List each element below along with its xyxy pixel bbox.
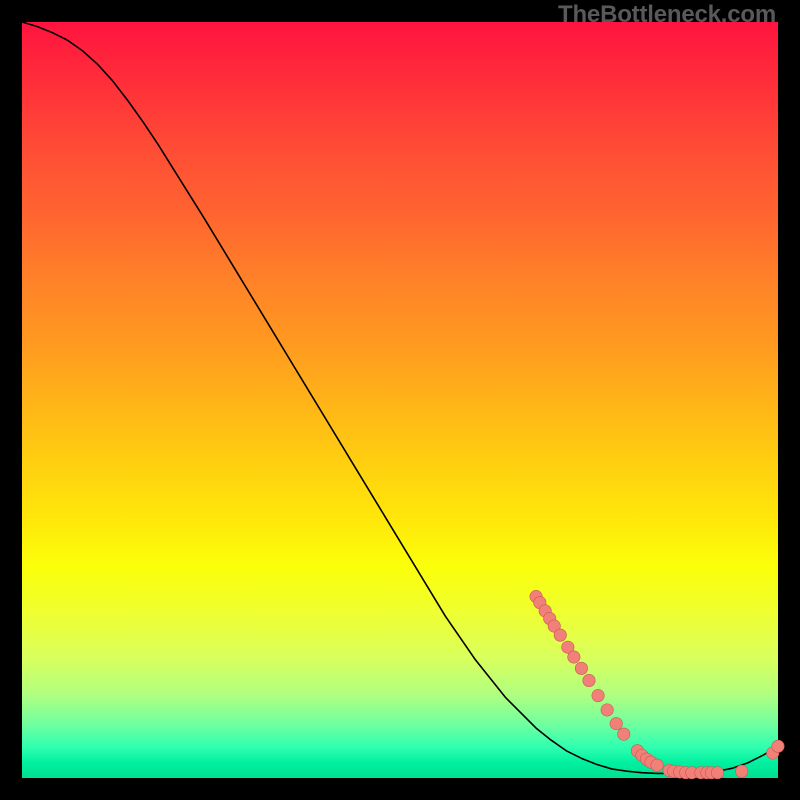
chart-overlay (22, 22, 778, 778)
data-marker (592, 689, 604, 701)
data-marker (618, 728, 630, 740)
data-markers (530, 590, 784, 779)
chart-stage: TheBottleneck.com (0, 0, 800, 800)
data-marker (711, 767, 723, 779)
data-marker (568, 651, 580, 663)
data-marker (772, 740, 784, 752)
data-marker (736, 765, 748, 777)
data-marker (601, 704, 613, 716)
data-marker (554, 629, 566, 641)
data-marker (575, 662, 587, 674)
data-marker (583, 674, 595, 686)
bottleneck-curve (22, 22, 778, 773)
data-marker (651, 759, 663, 771)
data-marker (610, 717, 622, 729)
